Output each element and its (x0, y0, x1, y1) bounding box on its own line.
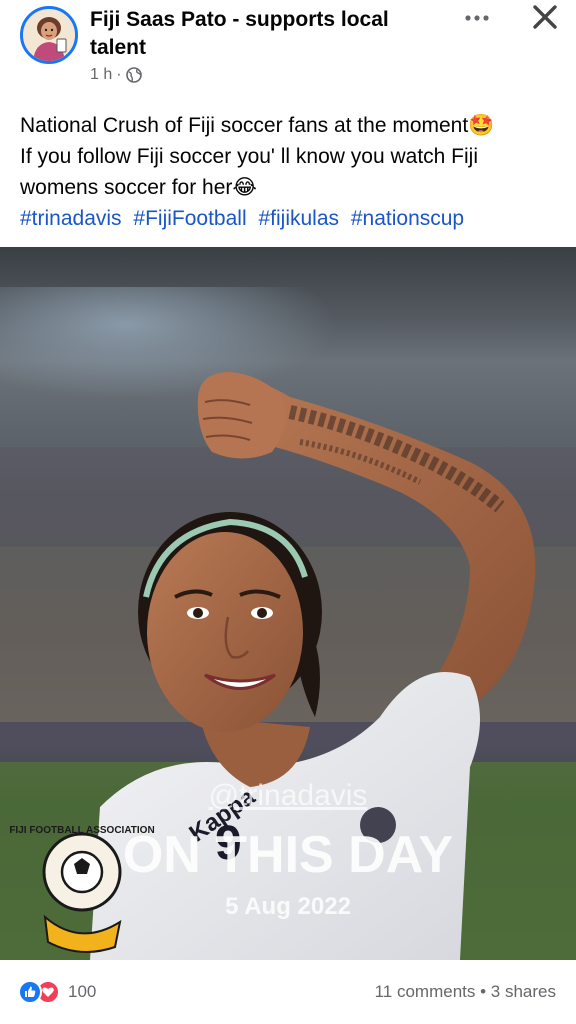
hashtag-link[interactable]: #FijiFootball (133, 207, 246, 230)
hashtag-link[interactable]: #nationscup (351, 207, 464, 230)
author-name[interactable]: Fiji Saas Pato - supports local talent (90, 6, 430, 62)
meta-separator: · (116, 66, 122, 83)
engagement-separator: • (480, 982, 487, 1001)
close-icon[interactable] (528, 2, 562, 36)
reaction-summary[interactable]: 100 (18, 980, 96, 1004)
post-body: National Crush of Fiji soccer fans at th… (20, 110, 560, 234)
like-reaction-icon (18, 980, 42, 1004)
comments-link[interactable]: 11 comments (375, 982, 476, 1001)
post-time[interactable]: 1 h (90, 66, 112, 84)
post-photo[interactable]: 9 Kappa FIJI FOOTBALL ASSOCIATION @trina… (0, 247, 576, 960)
author-avatar[interactable] (20, 6, 78, 64)
overlay-handle: @trinadavis (209, 779, 368, 812)
post-header: Fiji Saas Pato - supports local talent 1… (0, 0, 576, 105)
post-text-line-2: If you follow Fiji soccer you' ll know y… (20, 145, 479, 199)
hashtag-link[interactable]: #fijikulas (258, 207, 339, 230)
reaction-count: 100 (68, 982, 97, 1001)
more-options-icon[interactable] (462, 6, 492, 30)
player-photo: 9 Kappa FIJI FOOTBALL ASSOCIATION @trina… (0, 287, 576, 960)
shares-link[interactable]: 3 shares (491, 982, 556, 1001)
hashtag-link[interactable]: #trinadavis (20, 207, 122, 230)
post-footer: 100 11 comments • 3 shares (0, 960, 576, 1024)
overlay-date: 5 Aug 2022 (225, 893, 351, 920)
post-meta: 1 h · (90, 66, 142, 84)
hashtag-list: #trinadavis #FijiFootball #fijikulas #na… (20, 203, 560, 234)
engagement-summary: 11 comments • 3 shares (375, 982, 556, 1002)
globe-icon[interactable] (125, 67, 142, 83)
post-text-line-1: National Crush of Fiji soccer fans at th… (20, 114, 495, 137)
overlay-title: ON THIS DAY (123, 826, 453, 884)
avatar-illustration (23, 9, 75, 61)
